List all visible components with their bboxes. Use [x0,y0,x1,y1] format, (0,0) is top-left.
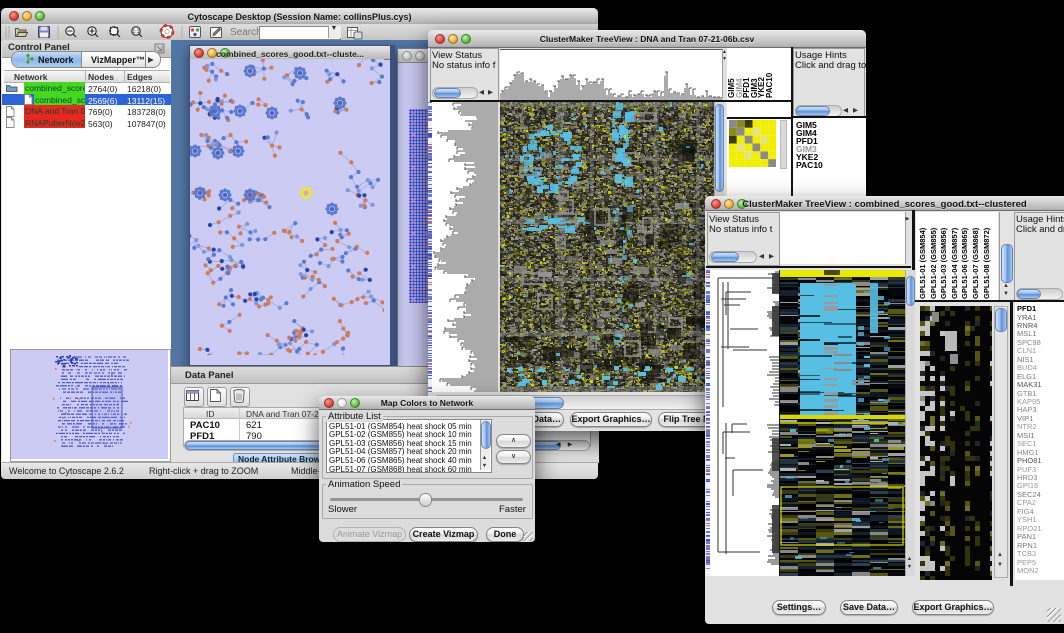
svg-text:1:1: 1:1 [133,29,140,35]
